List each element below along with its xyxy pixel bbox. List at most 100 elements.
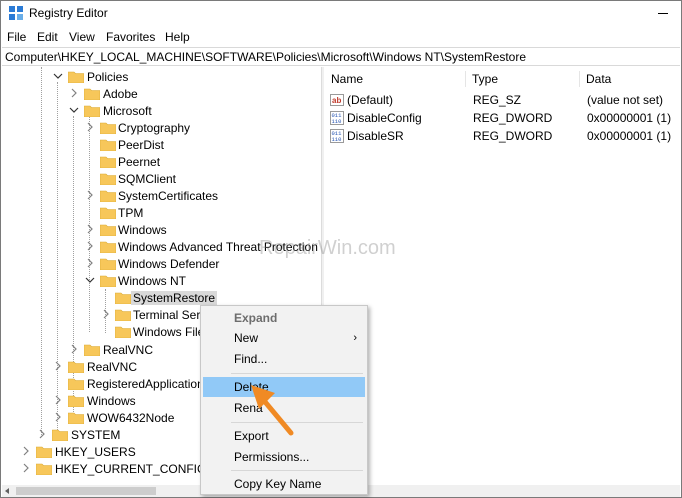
tree-item-label: RealVNC — [87, 360, 138, 374]
tree-item-label: Cryptography — [118, 121, 191, 135]
annotation-arrow-icon — [251, 385, 294, 436]
folder-icon — [100, 257, 116, 270]
tree-item-label: Peernet — [118, 155, 161, 169]
chevron-right-icon[interactable] — [84, 240, 96, 252]
menu-item-label: Find... — [234, 352, 268, 366]
tree-item-windows-nt[interactable]: Windows NT — [2, 272, 321, 289]
menu-favorites[interactable]: Favorites — [106, 30, 155, 44]
chevron-right-icon[interactable] — [84, 223, 96, 235]
tree-item-windows[interactable]: Windows — [2, 221, 321, 238]
menu-edit[interactable]: Edit — [37, 30, 58, 44]
value-type: REG_DWORD — [473, 111, 553, 125]
watermark: RepairWin.com — [259, 237, 396, 259]
tree-item-label: Windows — [87, 394, 136, 408]
value-row-disableconfig[interactable]: 011 110 DisableConfig REG_DWORD 0x000000… — [324, 109, 680, 127]
chevron-down-icon[interactable] — [52, 70, 64, 82]
chevron-right-icon: › — [353, 332, 357, 344]
folder-icon — [84, 343, 100, 356]
chevron-right-icon[interactable] — [84, 121, 96, 133]
folder-icon — [84, 104, 100, 117]
svg-text:110: 110 — [332, 136, 342, 143]
column-header-name[interactable]: Name — [324, 67, 464, 91]
tree-item-label: WOW6432Node — [87, 411, 175, 425]
minimize-button[interactable] — [653, 5, 673, 21]
value-name: DisableConfig — [347, 111, 422, 125]
menu-help[interactable]: Help — [165, 30, 190, 44]
value-name: (Default) — [347, 93, 394, 107]
tree-item-label: SystemRestore — [131, 291, 218, 305]
chevron-right-icon[interactable] — [52, 360, 64, 372]
folder-icon — [100, 172, 116, 185]
chevron-right-icon[interactable] — [20, 445, 32, 457]
scrollbar-thumb[interactable] — [16, 487, 156, 495]
folder-icon — [68, 411, 84, 424]
scroll-left-icon[interactable] — [5, 488, 9, 494]
tree-item-microsoft[interactable]: Microsoft — [2, 102, 321, 119]
menu-item-new[interactable]: New › — [203, 328, 365, 348]
menu-separator — [231, 470, 363, 471]
chevron-right-icon[interactable] — [68, 87, 80, 99]
chevron-right-icon[interactable] — [20, 462, 32, 474]
menu-item-label: New — [234, 331, 259, 345]
tree-item-peernet[interactable]: Peernet — [2, 153, 321, 170]
tree-item-peerdist[interactable]: PeerDist — [2, 136, 321, 153]
column-header-data[interactable]: Data — [580, 67, 680, 91]
value-data: (value not set) — [587, 93, 664, 107]
tree-item-sqmclient[interactable]: SQMClient — [2, 170, 321, 187]
registry-editor-app-icon — [9, 6, 23, 20]
menu-view[interactable]: View — [69, 30, 95, 44]
value-row-disablesr[interactable]: 011 110 DisableSR REG_DWORD 0x00000001 (… — [324, 127, 680, 145]
address-bar[interactable]: Computer\HKEY_LOCAL_MACHINE\SOFTWARE\Pol… — [2, 47, 680, 66]
address-path[interactable]: Computer\HKEY_LOCAL_MACHINE\SOFTWARE\Pol… — [5, 50, 526, 64]
folder-icon — [100, 223, 116, 236]
chevron-down-icon[interactable] — [84, 274, 96, 286]
tree-item-cryptography[interactable]: Cryptography — [2, 119, 321, 136]
svg-text:ab: ab — [332, 96, 341, 105]
menu-item-label: Permissions... — [234, 450, 310, 464]
value-row-default[interactable]: ab (Default) REG_SZ (value not set) — [324, 91, 680, 109]
menu-item-label: Expand — [234, 311, 278, 325]
chevron-right-icon[interactable] — [84, 257, 96, 269]
tree-item-policies[interactable]: Policies — [2, 68, 321, 85]
tree-item-label: SYSTEM — [71, 428, 121, 442]
folder-icon — [68, 70, 84, 83]
window-title: Registry Editor — [29, 6, 108, 20]
tree-item-label: Terminal Serv — [133, 308, 207, 322]
tree-item-label: PeerDist — [118, 138, 165, 152]
chevron-down-icon[interactable] — [68, 104, 80, 116]
folder-icon — [68, 377, 84, 390]
tree-item-label: Policies — [87, 70, 129, 84]
folder-icon — [68, 394, 84, 407]
column-header-label: Type — [472, 72, 499, 86]
column-header-type[interactable]: Type — [466, 67, 579, 91]
tree-item-label: Microsoft — [103, 104, 152, 118]
chevron-right-icon[interactable] — [52, 411, 64, 423]
column-header-label: Data — [586, 72, 612, 86]
value-type: REG_DWORD — [473, 129, 553, 143]
menu-item-permissions[interactable]: Permissions... — [203, 447, 365, 467]
chevron-right-icon[interactable] — [100, 308, 112, 320]
value-type: REG_SZ — [473, 93, 522, 107]
menu-item-label: Copy Key Name — [234, 477, 322, 491]
chevron-right-icon[interactable] — [52, 394, 64, 406]
tree-item-label: Windows Defender — [118, 257, 220, 271]
menu-file[interactable]: File — [7, 30, 26, 44]
folder-icon — [36, 445, 52, 458]
tree-item-label: Adobe — [103, 87, 138, 101]
tree-item-adobe[interactable]: Adobe — [2, 85, 321, 102]
tree-item-tpm[interactable]: TPM — [2, 204, 321, 221]
dword-value-icon: 011 110 — [330, 129, 344, 143]
chevron-right-icon[interactable] — [36, 428, 48, 440]
title-bar: Registry Editor — [1, 1, 681, 27]
chevron-right-icon[interactable] — [68, 343, 80, 355]
menu-item-find[interactable]: Find... — [203, 349, 365, 369]
tree-item-systemcertificates[interactable]: SystemCertificates — [2, 187, 321, 204]
tree-item-systemrestore[interactable]: SystemRestore — [2, 289, 321, 306]
folder-icon — [115, 308, 131, 321]
value-data: 0x00000001 (1) — [587, 129, 672, 143]
chevron-right-icon[interactable] — [84, 189, 96, 201]
folder-icon — [52, 428, 68, 441]
folder-icon — [36, 462, 52, 475]
folder-icon — [100, 138, 116, 151]
menu-item-copy-key-name[interactable]: Copy Key Name — [203, 474, 365, 494]
